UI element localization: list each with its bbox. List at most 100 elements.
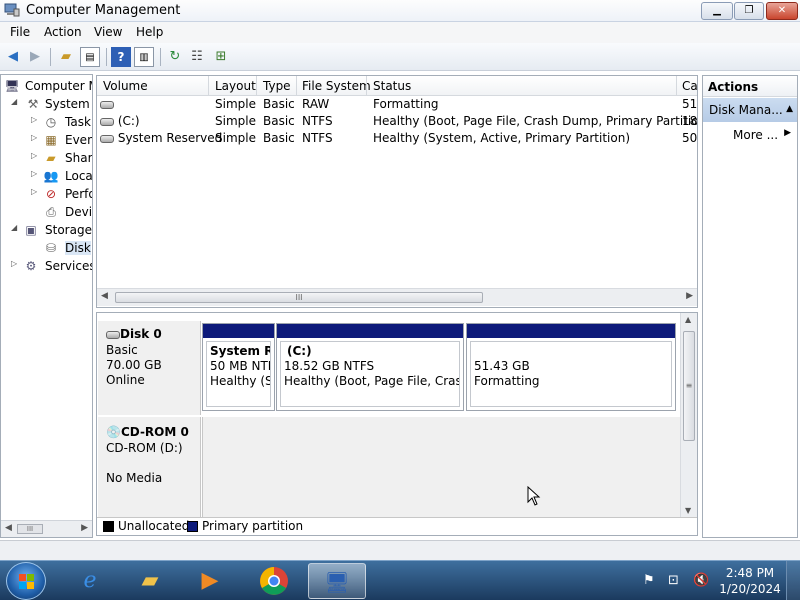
windows-explorer-icon[interactable]: ▰ xyxy=(122,563,178,599)
actions-disk-management[interactable]: Disk Mana... ▲ xyxy=(703,98,797,122)
partition-new-volume[interactable]: 51.43 GB Formatting xyxy=(466,323,676,411)
table-row[interactable]: (C:) Simple Basic NTFS Healthy (Boot, Pa… xyxy=(97,113,697,130)
toolbar: ◀ ▶ ▰ ▤ ? ▥ ↻ ☷ ⊞ xyxy=(0,43,800,71)
column-file-system[interactable]: File System xyxy=(302,79,371,93)
scroll-thumb[interactable]: III xyxy=(17,524,43,534)
close-button[interactable]: ✕ xyxy=(766,2,798,20)
volume-muted-icon[interactable]: 🔇 xyxy=(693,573,709,588)
minimize-button[interactable]: ▁ xyxy=(701,2,733,20)
scroll-right-icon[interactable]: ▶ xyxy=(686,291,693,301)
collapse-arrow-icon[interactable]: ◢ xyxy=(11,97,17,106)
cdrom-0-label[interactable]: 💿CD-ROM 0 CD-ROM (D:) No Media xyxy=(98,417,201,517)
disk-graphical-view: Disk 0 Basic 70.00 GB Online System Re 5… xyxy=(96,312,698,536)
clock-icon: ◷ xyxy=(45,115,57,129)
window-title: Computer Management xyxy=(26,3,181,18)
menu-view[interactable]: View xyxy=(94,25,122,39)
expand-arrow-icon[interactable]: ▷ xyxy=(31,115,37,124)
toolbar-separator xyxy=(50,48,51,66)
mouse-cursor-icon xyxy=(527,486,541,506)
menu-action[interactable]: Action xyxy=(44,25,82,39)
system-clock[interactable]: 2:48 PM 1/20/2024 xyxy=(718,565,782,597)
toolbar-separator xyxy=(160,48,161,66)
taskbar: ℯ ▰ ▶ 🖥 ⚑ ⊡ 🔇 2:48 PM 1/20/2024 xyxy=(0,560,800,600)
cdrom-0-name: 💿CD-ROM 0 xyxy=(106,425,189,439)
scroll-right-icon[interactable]: ▶ xyxy=(81,523,88,533)
disk-management-icon: ⛁ xyxy=(45,241,57,255)
collapse-arrow-icon[interactable]: ◢ xyxy=(11,223,17,232)
scroll-thumb[interactable]: III xyxy=(115,292,483,303)
expand-arrow-icon[interactable]: ▷ xyxy=(31,133,37,142)
disk-0-status: Online xyxy=(106,373,145,387)
table-row[interactable]: Simple Basic RAW Formatting 51 xyxy=(97,96,697,113)
back-arrow-icon[interactable]: ◀ xyxy=(3,47,23,67)
computer-management-taskbar-icon[interactable]: 🖥 xyxy=(308,563,366,599)
clock-time: 2:48 PM xyxy=(725,566,775,580)
network-icon[interactable]: ⊡ xyxy=(668,573,679,588)
tree-horizontal-scrollbar[interactable]: ◀ III ▶ xyxy=(1,520,92,537)
graphical-view-vertical-scrollbar[interactable]: ▲ ≡ ▼ xyxy=(680,313,697,517)
computer-management-icon xyxy=(4,3,20,17)
forward-arrow-icon[interactable]: ▶ xyxy=(25,47,45,67)
chrome-logo-icon xyxy=(260,567,288,595)
show-hide-action-pane-icon[interactable]: ▥ xyxy=(134,47,154,67)
scroll-left-icon[interactable]: ◀ xyxy=(101,291,108,301)
title-bar: Computer Management ▁ ❐ ✕ xyxy=(0,0,800,22)
cdrom-0-area[interactable] xyxy=(202,417,680,517)
scroll-thumb[interactable]: ≡ xyxy=(683,331,695,441)
column-status[interactable]: Status xyxy=(373,79,411,93)
action-center-flag-icon[interactable]: ⚑ xyxy=(643,573,655,588)
system-tools-icon: ⚒ xyxy=(27,97,39,111)
menu-file[interactable]: File xyxy=(10,25,30,39)
up-folder-icon[interactable]: ▰ xyxy=(56,47,76,67)
services-icon: ⚙ xyxy=(25,259,37,273)
partition-c-drive[interactable]: (C:) 18.52 GB NTFS Healthy (Boot, Page F… xyxy=(276,323,464,411)
legend: Unallocated Primary partition xyxy=(97,517,697,535)
scroll-up-icon[interactable]: ▲ xyxy=(685,315,691,324)
menu-bar: File Action View Help xyxy=(0,22,800,43)
cdrom-0-drive: CD-ROM (D:) xyxy=(106,441,183,455)
scroll-left-icon[interactable]: ◀ xyxy=(5,523,12,533)
show-desktop-button[interactable] xyxy=(786,561,800,600)
collapse-up-icon[interactable]: ▲ xyxy=(786,104,793,114)
partition-system-reserved[interactable]: System Re 50 MB NTF Healthy (Sy xyxy=(202,323,275,411)
console-tree: 🖥 Computer M ◢ ⚒ System T ▷ ◷ Task ▷ ▦ E… xyxy=(0,74,93,538)
refresh-icon[interactable]: ↻ xyxy=(165,47,185,67)
users-icon: 👥 xyxy=(43,169,59,183)
disk-icon xyxy=(106,330,120,339)
legend-swatch-primary xyxy=(187,521,198,532)
chrome-icon[interactable] xyxy=(246,563,302,599)
expand-arrow-icon[interactable]: ▷ xyxy=(31,151,37,160)
column-layout[interactable]: Layout xyxy=(215,79,256,93)
clock-date: 1/20/2024 xyxy=(719,582,781,596)
storage-icon: ▣ xyxy=(25,223,37,237)
status-bar xyxy=(0,540,800,560)
volume-list-horizontal-scrollbar[interactable]: ◀ III ▶ xyxy=(97,288,697,306)
menu-help[interactable]: Help xyxy=(136,25,163,39)
scroll-down-icon[interactable]: ▼ xyxy=(685,506,691,515)
expand-arrow-icon[interactable]: ▷ xyxy=(31,187,37,196)
expand-arrow-icon[interactable]: ▷ xyxy=(11,259,17,268)
internet-explorer-icon[interactable]: ℯ xyxy=(62,563,118,599)
volume-icon xyxy=(100,117,114,126)
export-list-icon[interactable]: ⊞ xyxy=(211,47,231,67)
expand-arrow-icon[interactable]: ▷ xyxy=(31,169,37,178)
maximize-button[interactable]: ❐ xyxy=(734,2,764,20)
help-icon[interactable]: ? xyxy=(111,47,131,67)
windows-logo-icon xyxy=(19,574,35,590)
media-player-icon[interactable]: ▶ xyxy=(182,563,238,599)
table-row[interactable]: System Reserved Simple Basic NTFS Health… xyxy=(97,130,697,147)
show-hide-tree-icon[interactable]: ▤ xyxy=(80,47,100,67)
column-type[interactable]: Type xyxy=(263,79,291,93)
disk-0-label[interactable]: Disk 0 Basic 70.00 GB Online xyxy=(98,321,201,415)
volume-icon xyxy=(100,134,114,143)
properties-icon[interactable]: ☷ xyxy=(187,47,207,67)
more-actions-link[interactable]: More ... xyxy=(733,128,778,142)
start-button[interactable] xyxy=(6,562,46,600)
actions-header: Actions xyxy=(703,76,797,97)
cdrom-0-media: No Media xyxy=(106,471,163,485)
volume-list-header: Volume Layout Type File System Status Ca xyxy=(97,76,697,96)
actions-pane: Actions Disk Mana... ▲ More ... ▶ xyxy=(702,75,798,538)
performance-icon: ⊘ xyxy=(45,187,57,201)
column-capacity[interactable]: Ca xyxy=(682,79,697,93)
column-volume[interactable]: Volume xyxy=(103,79,148,93)
